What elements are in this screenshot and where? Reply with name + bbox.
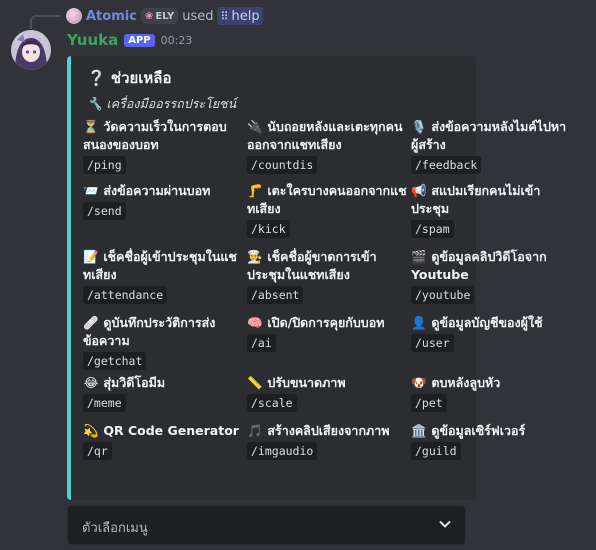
field-name: QR Code Generator bbox=[103, 423, 239, 438]
embed-title: ❔ ช่วยเหลือ bbox=[87, 69, 172, 87]
command-code: /send bbox=[83, 202, 126, 220]
command-code: /feedback bbox=[411, 156, 482, 174]
bandage-icon: 🩹 bbox=[83, 315, 99, 330]
field-guild: 🏛️ ดูข้อมูลเซิร์ฟเวอร์ /guild bbox=[411, 422, 571, 460]
guild-tag[interactable]: ❀ ELY bbox=[140, 8, 179, 24]
leg-icon: 🦵 bbox=[247, 183, 263, 198]
laughing-face-icon: 😂 bbox=[83, 375, 99, 390]
field-getchat: 🩹 ดูบันทึกประวัติการส่งข้อความ /getchat bbox=[83, 314, 243, 370]
command-code: /ping bbox=[83, 156, 126, 174]
command-code: /imgaudio bbox=[247, 442, 318, 460]
cook-icon: 👨‍🍳 bbox=[247, 249, 263, 264]
field-meme: 😂 สุ่มวิดีโอมีม /meme bbox=[83, 374, 243, 412]
field-scale: 📏 ปรับขนาดภาพ /scale bbox=[247, 374, 407, 412]
author-name[interactable]: Yuuka bbox=[67, 31, 118, 49]
field-name: สร้างคลิปเสียงจากภาพ bbox=[267, 423, 390, 438]
command-code: /kick bbox=[247, 220, 290, 238]
command-code: /ai bbox=[247, 334, 276, 352]
field-spam: 📢 สแปมเรียกคนไม่เข้าประชุม /spam bbox=[411, 182, 571, 238]
reply-connector bbox=[30, 15, 60, 29]
slash-command-mention[interactable]: ⠿ help bbox=[217, 7, 263, 25]
field-ai: 🧠 เปิด/ปิดการคุยกับบอท /ai bbox=[247, 314, 407, 352]
command-icon: ⠿ bbox=[220, 9, 229, 23]
field-user: 👤 ดูข้อมูลบัญชีของผู้ใช้ /user bbox=[411, 314, 571, 352]
command-code: /countdis bbox=[247, 156, 318, 174]
field-attendance: 📝 เช็คชื่อผู้เข้าประชุมในแชทเสียง /atten… bbox=[83, 248, 243, 304]
command-code: /youtube bbox=[411, 286, 475, 304]
command-code: /getchat bbox=[83, 352, 147, 370]
timestamp[interactable]: 00:23 bbox=[161, 34, 193, 47]
field-send: 📨 ส่งข้อความผ่านบอท /send bbox=[83, 182, 243, 220]
field-pet: 🐶 ตบหลังลูบหัว /pet bbox=[411, 374, 571, 412]
clapper-icon: 🎬 bbox=[411, 249, 427, 264]
field-ping: ⏳ วัดความเร็วในการตอบสนองของบอท /ping bbox=[83, 118, 243, 174]
replied-username[interactable]: Atomic bbox=[86, 9, 137, 24]
menu-select[interactable]: ตัวเลือกเมนู bbox=[67, 505, 466, 545]
field-name: ปรับขนาดภาพ bbox=[267, 375, 346, 390]
command-code: /user bbox=[411, 334, 454, 352]
command-code: /pet bbox=[411, 394, 447, 412]
memo-icon: 📝 bbox=[83, 249, 99, 264]
field-name: ดูข้อมูลคลิปวิดีโอจาก Youtube bbox=[411, 249, 547, 282]
command-code: /meme bbox=[83, 394, 126, 412]
megaphone-icon: 📢 bbox=[411, 183, 427, 198]
chevron-down-icon bbox=[439, 521, 451, 528]
field-name: สแปมเรียกคนไม่เข้าประชุม bbox=[411, 183, 541, 216]
command-code: /attendance bbox=[83, 286, 168, 304]
command-code: /scale bbox=[247, 394, 297, 412]
ruler-icon: 📏 bbox=[247, 375, 263, 390]
select-placeholder: ตัวเลือกเมนู bbox=[82, 521, 148, 536]
used-text: used bbox=[182, 8, 214, 24]
app-badge: APP bbox=[124, 33, 155, 47]
music-note-icon: 🎵 bbox=[247, 423, 263, 438]
field-name: วัดความเร็วในการตอบสนองของบอท bbox=[83, 119, 227, 152]
field-name: เตะใครบางคนออกจากแชทเสียง bbox=[247, 183, 407, 216]
bot-avatar[interactable] bbox=[11, 30, 51, 70]
field-name: นับถอยหลังและเตะทุกคนออกจากแชทเสียง bbox=[247, 119, 403, 152]
field-absent: 👨‍🍳 เช็คชื่อผู้ขาดการเข้าประชุมในแชทเสีย… bbox=[247, 248, 407, 304]
command-code: /absent bbox=[247, 286, 304, 304]
envelope-icon: 📨 bbox=[83, 183, 99, 198]
field-name: ดูข้อมูลบัญชีของผู้ใช้ bbox=[431, 315, 543, 330]
dizzy-icon: 💫 bbox=[83, 423, 99, 438]
field-name: ดูข้อมูลเซิร์ฟเวอร์ bbox=[431, 423, 526, 438]
classical-building-icon: 🏛️ bbox=[411, 423, 427, 438]
field-name: ส่งข้อความผ่านบอท bbox=[103, 183, 211, 198]
plug-icon: 🔌 bbox=[247, 119, 263, 134]
microphone-icon: 🎙️ bbox=[411, 119, 427, 134]
user-icon: 👤 bbox=[411, 315, 427, 330]
field-name: ตบหลังลูบหัว bbox=[431, 375, 501, 390]
field-name: ส่งข้อความหลังไมค์ไปหาผู้สร้าง bbox=[411, 119, 567, 152]
field-name: เช็คชื่อผู้ขาดการเข้าประชุมในแชทเสียง bbox=[247, 249, 377, 282]
message-header: Yuuka APP 00:23 bbox=[67, 30, 192, 50]
command-code: /guild bbox=[411, 442, 461, 460]
field-kick: 🦵 เตะใครบางคนออกจากแชทเสียง /kick bbox=[247, 182, 407, 238]
replied-user-avatar[interactable] bbox=[66, 8, 82, 24]
field-name: เปิด/ปิดการคุยกับบอท bbox=[267, 315, 385, 330]
dog-icon: 🐶 bbox=[411, 375, 427, 390]
field-imgaudio: 🎵 สร้างคลิปเสียงจากภาพ /imgaudio bbox=[247, 422, 407, 460]
field-feedback: 🎙️ ส่งข้อความหลังไมค์ไปหาผู้สร้าง /feedb… bbox=[411, 118, 571, 174]
field-name: ดูบันทึกประวัติการส่งข้อความ bbox=[83, 315, 216, 348]
field-youtube: 🎬 ดูข้อมูลคลิปวิดีโอจาก Youtube /youtube bbox=[411, 248, 571, 304]
help-embed: ❔ ช่วยเหลือ 🔧 เครื่องมืออรรถประโยชน์ ⏳ ว… bbox=[67, 56, 566, 500]
field-name: สุ่มวิดีโอมีม bbox=[103, 375, 166, 390]
field-countdis: 🔌 นับถอยหลังและเตะทุกคนออกจากแชทเสียง /c… bbox=[247, 118, 407, 174]
embed-description: 🔧 เครื่องมืออรรถประโยชน์ bbox=[87, 96, 237, 111]
command-code: /spam bbox=[411, 220, 454, 238]
field-name: เช็คชื่อผู้เข้าประชุมในแชทเสียง bbox=[83, 249, 237, 282]
guild-tag-icon: ❀ bbox=[144, 10, 154, 22]
field-qr: 💫 QR Code Generator /qr bbox=[83, 422, 243, 460]
hourglass-icon: ⏳ bbox=[83, 119, 99, 134]
command-code: /qr bbox=[83, 442, 112, 460]
command-reply-line: Atomic ❀ ELY used ⠿ help bbox=[66, 6, 263, 26]
brain-icon: 🧠 bbox=[247, 315, 263, 330]
